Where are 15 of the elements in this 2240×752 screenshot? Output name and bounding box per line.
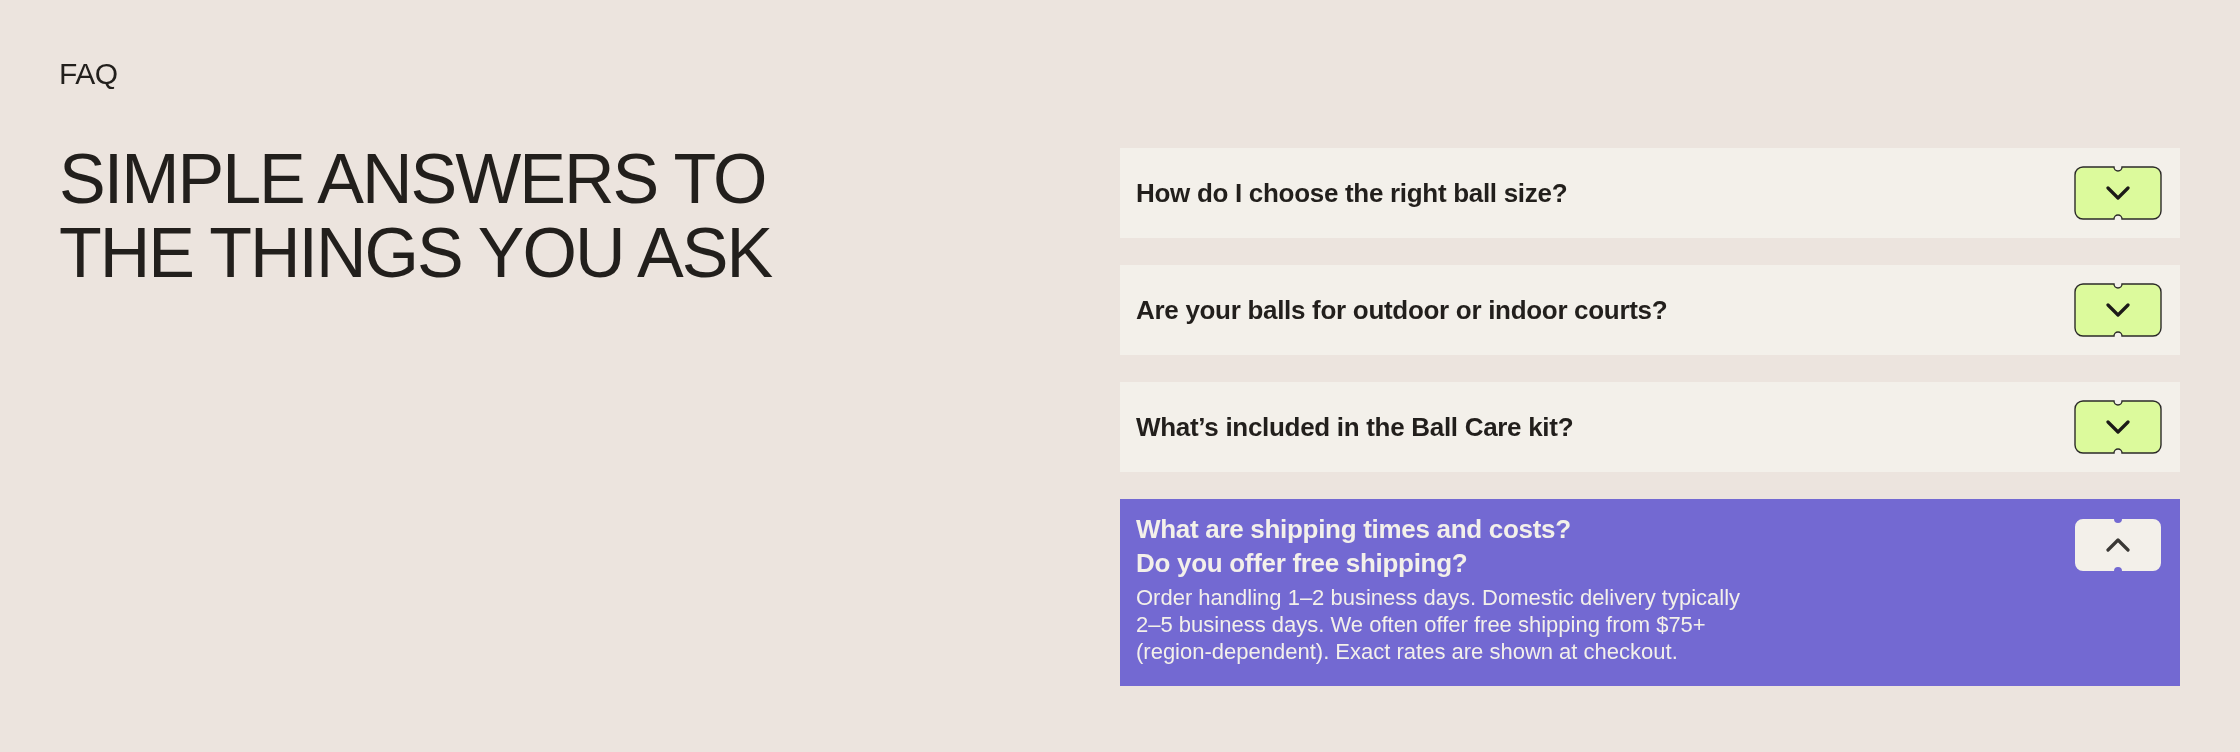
- chevron-down-icon: [2106, 303, 2130, 317]
- faq-question: What’s included in the Ball Care kit?: [1136, 411, 1574, 444]
- section-label: FAQ: [59, 56, 118, 92]
- faq-question: Are your balls for outdoor or indoor courts?: [1136, 294, 1668, 327]
- toggle-button[interactable]: [2074, 283, 2162, 337]
- chevron-up-icon: [2106, 538, 2130, 552]
- toggle-button[interactable]: [2074, 166, 2162, 220]
- chevron-down-icon: [2106, 186, 2130, 200]
- toggle-button[interactable]: [2074, 400, 2162, 454]
- chevron-down-icon: [2106, 420, 2130, 434]
- page-heading: SIMPLE ANSWERS TO THE THINGS YOU ASK: [59, 142, 772, 290]
- toggle-button[interactable]: [2074, 518, 2162, 572]
- faq-question: How do I choose the right ball size?: [1136, 177, 1568, 210]
- faq-question: What are shipping times and costs? Do you offer free shipping?: [1136, 513, 1571, 580]
- faq-answer: Order handling 1–2 business days. Domestic delivery typically 2–5 business days. We often offer free shipping from $75+ (region-dependent). Exact rates are shown at checkout.: [1136, 584, 1742, 665]
